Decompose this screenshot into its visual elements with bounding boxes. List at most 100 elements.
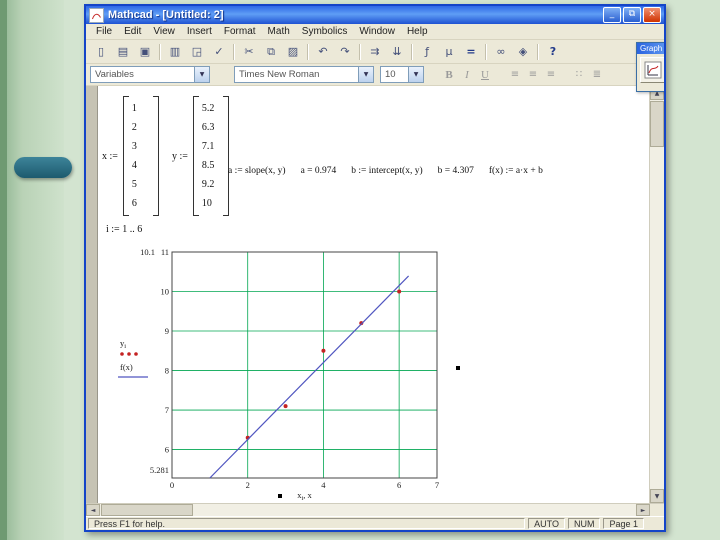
align-center-icon[interactable]: ≡ <box>524 66 542 83</box>
insert-function-icon[interactable]: ƒ <box>416 41 438 62</box>
open-folder-icon[interactable]: ▤ <box>112 41 134 62</box>
mathcad-window: Mathcad - [Untitled: 2] _ ⧉ × File Edit Vi… <box>84 4 666 532</box>
slide-left-edge <box>0 0 7 540</box>
scroll-right-icon[interactable]: ► <box>636 504 650 516</box>
help-icon[interactable]: ? <box>542 41 564 62</box>
new-page-icon[interactable]: ▯ <box>90 41 112 62</box>
italic-button[interactable]: I <box>458 66 476 83</box>
font-size-combo[interactable]: 10 ▼ <box>380 66 424 83</box>
close-button[interactable]: × <box>643 7 661 23</box>
bold-button[interactable]: B <box>440 66 458 83</box>
align-right-icon[interactable]: ≡ <box>542 66 560 83</box>
matrix-cell: 3 <box>131 141 137 152</box>
insert-component-icon[interactable]: ◈ <box>512 41 534 62</box>
cut-icon[interactable]: ✂ <box>238 41 260 62</box>
svg-text:10: 10 <box>161 287 170 297</box>
undo-icon[interactable]: ↶ <box>312 41 334 62</box>
worksheet-page[interactable]: x := 1 2 3 4 5 6 y := 5.2 6.3 7.1 8.5 9.2 10 a := … <box>98 86 649 503</box>
window-title: Mathcad - [Untitled: 2] <box>108 9 224 21</box>
vertical-scroll-thumb[interactable] <box>650 101 664 147</box>
minimize-button[interactable]: _ <box>603 7 621 23</box>
matrix-cell: 8.5 <box>201 160 215 171</box>
plot-resize-handle-right[interactable] <box>456 366 460 370</box>
menu-view[interactable]: View <box>147 25 181 38</box>
matrix-cell: 7.1 <box>201 141 215 152</box>
equation-slope-def[interactable]: a := slope(x, y) <box>228 166 286 176</box>
calculate-icon[interactable]: = <box>460 41 482 62</box>
align-down-icon[interactable]: ⇊ <box>386 41 408 62</box>
menu-format[interactable]: Format <box>218 25 262 38</box>
svg-text:6: 6 <box>165 445 169 455</box>
style-combo[interactable]: Variables ▼ <box>90 66 210 83</box>
menu-window[interactable]: Window <box>353 25 401 38</box>
insert-unit-icon[interactable]: µ <box>438 41 460 62</box>
menu-insert[interactable]: Insert <box>181 25 218 38</box>
menu-help[interactable]: Help <box>401 25 434 38</box>
matrix-x-label: x := <box>102 150 118 162</box>
status-bar: Press F1 for help. AUTO NUM Page 1 <box>86 516 664 530</box>
range-definition[interactable]: i := 1 .. 6 <box>106 224 142 235</box>
svg-text:xi, x: xi, x <box>297 490 312 500</box>
svg-text:4: 4 <box>321 480 326 490</box>
xy-plot-icon[interactable] <box>640 57 664 83</box>
vertical-scroll-track[interactable] <box>650 100 664 489</box>
print-icon[interactable]: ▥ <box>164 41 186 62</box>
menu-math[interactable]: Math <box>262 25 296 38</box>
xy-plot-region[interactable]: 6 7 8 9 10 11 10.1 5.281 0 7 2 4 6 xi, x yi f(x) <box>102 238 462 502</box>
svg-text:yi: yi <box>120 338 126 350</box>
menu-file[interactable]: File <box>90 25 118 38</box>
underline-button[interactable]: U <box>476 66 494 83</box>
align-across-icon[interactable]: ⇉ <box>364 41 386 62</box>
menu-edit[interactable]: Edit <box>118 25 147 38</box>
matrix-x-definition[interactable]: x := 1 2 3 4 5 6 <box>102 96 159 216</box>
copy-icon[interactable]: ⧉ <box>260 41 282 62</box>
menu-bar: File Edit View Insert Format Math Symbolics Win… <box>86 24 664 40</box>
matrix-cell: 5 <box>131 179 137 190</box>
equation-fx-def[interactable]: f(x) := a·x + b <box>489 166 543 176</box>
insert-hyperlink-icon[interactable]: ∞ <box>490 41 512 62</box>
matrix-cell: 6.3 <box>201 122 215 133</box>
matrix-cell: 9.2 <box>201 179 215 190</box>
save-icon[interactable]: ▣ <box>134 41 156 62</box>
chevron-down-icon[interactable]: ▼ <box>358 67 373 82</box>
svg-text:10.1: 10.1 <box>140 247 155 257</box>
matrix-cell: 1 <box>131 103 137 114</box>
redo-icon[interactable]: ↷ <box>334 41 356 62</box>
restore-button[interactable]: ⧉ <box>623 7 641 23</box>
scroll-left-icon[interactable]: ◄ <box>86 504 100 516</box>
svg-text:0: 0 <box>170 480 174 490</box>
graph-palette: Graph <box>636 42 664 92</box>
bullet-list-icon[interactable]: ∷ <box>570 66 588 83</box>
status-auto-indicator: AUTO <box>528 518 565 529</box>
svg-text:6: 6 <box>397 480 401 490</box>
scroll-down-icon[interactable]: ▼ <box>650 489 664 503</box>
align-left-icon[interactable]: ≡ <box>506 66 524 83</box>
paste-icon[interactable]: ▨ <box>282 41 304 62</box>
svg-text:2: 2 <box>246 480 250 490</box>
equation-intercept-def[interactable]: b := intercept(x, y) <box>351 166 422 176</box>
horizontal-scroll-thumb[interactable] <box>101 504 193 516</box>
chevron-down-icon[interactable]: ▼ <box>408 67 423 82</box>
font-combo[interactable]: Times New Roman ▼ <box>234 66 374 83</box>
chevron-down-icon[interactable]: ▼ <box>194 67 209 82</box>
matrix-y-definition[interactable]: y := 5.2 6.3 7.1 8.5 9.2 10 <box>172 96 229 216</box>
menu-symbolics[interactable]: Symbolics <box>296 25 354 38</box>
svg-text:7: 7 <box>165 405 169 415</box>
matrix-y-label: y := <box>172 150 188 162</box>
title-bar[interactable]: Mathcad - [Untitled: 2] _ ⧉ × <box>86 6 664 24</box>
equation-intercept-result[interactable]: b = 4.307 <box>438 166 474 176</box>
equation-slope-result[interactable]: a = 0.974 <box>301 166 337 176</box>
mathcad-app-icon <box>89 7 104 23</box>
spell-check-icon[interactable]: ✓ <box>208 41 230 62</box>
scrollbar-corner <box>650 504 664 516</box>
numbered-list-icon[interactable]: ≣ <box>588 66 606 83</box>
print-preview-icon[interactable]: ◲ <box>186 41 208 62</box>
horizontal-scroll-track[interactable] <box>100 504 636 516</box>
slide-background: Mathcad - [Untitled: 2] _ ⧉ × File Edit Vi… <box>0 0 720 540</box>
graph-palette-title[interactable]: Graph <box>637 43 664 54</box>
plot-resize-handle-bottom[interactable] <box>278 494 282 498</box>
matrix-y-values: 5.2 6.3 7.1 8.5 9.2 10 <box>192 96 229 216</box>
vertical-scrollbar[interactable]: ▲ ▼ <box>649 86 664 503</box>
svg-text:11: 11 <box>161 247 169 257</box>
horizontal-scrollbar[interactable]: ◄ ► <box>86 503 664 516</box>
